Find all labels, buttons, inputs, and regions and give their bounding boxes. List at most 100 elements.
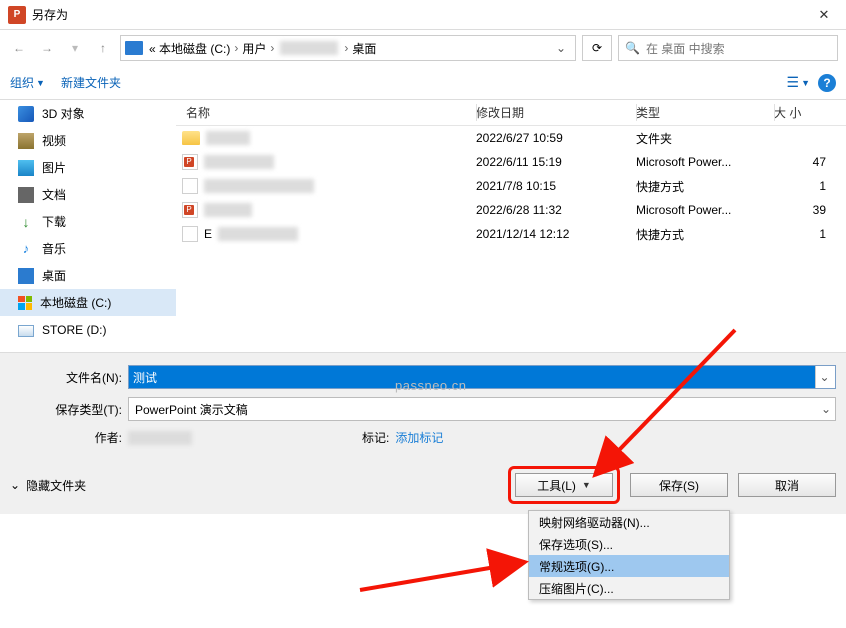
download-icon: ↓	[18, 214, 34, 230]
sidebar-item-music[interactable]: ♪音乐	[0, 235, 176, 262]
filetype-select[interactable]: PowerPoint 演示文稿 ⌄	[128, 397, 836, 421]
tags-label: 标记:	[362, 429, 389, 446]
titlebar: P 另存为 ✕	[0, 0, 846, 30]
tools-menu: 映射网络驱动器(N)...保存选项(S)...常规选项(G)...压缩图片(C)…	[528, 510, 730, 600]
forward-button[interactable]: →	[36, 37, 58, 59]
cube-icon	[18, 106, 34, 122]
address-bar[interactable]: « 本地磁盘 (C:) › 用户 › › 桌面 ⌄	[120, 35, 576, 61]
columns-header[interactable]: 名称 修改日期 类型 大 小	[176, 100, 846, 126]
cell-type: Microsoft Power...	[636, 203, 774, 217]
table-row[interactable]: 2022/6/28 11:32Microsoft Power...39	[176, 198, 846, 222]
cancel-button[interactable]: 取消	[738, 473, 836, 497]
filename-hidden	[204, 155, 274, 169]
sidebar-item-desktop[interactable]: 桌面	[0, 262, 176, 289]
menu-item[interactable]: 压缩图片(C)...	[529, 577, 729, 599]
sidebar-item-downloads[interactable]: ↓下载	[0, 208, 176, 235]
cell-date: 2022/6/11 15:19	[476, 155, 636, 169]
windows-icon	[18, 296, 32, 310]
video-icon	[18, 133, 34, 149]
shortcut-icon	[182, 226, 198, 242]
cell-size: 1	[774, 179, 826, 193]
col-name[interactable]: 名称	[176, 104, 476, 121]
filename-label: 文件名(N):	[10, 369, 128, 386]
app-icon: P	[8, 6, 26, 24]
shortcut-icon	[182, 178, 198, 194]
view-mode-button[interactable]: ☰▼	[787, 74, 810, 91]
col-size[interactable]: 大 小	[774, 104, 826, 121]
col-date[interactable]: 修改日期	[476, 104, 636, 121]
sidebar-item-documents[interactable]: 文档	[0, 181, 176, 208]
cell-size: 47	[774, 155, 826, 169]
close-button[interactable]: ✕	[804, 0, 844, 30]
filename-hidden	[218, 227, 298, 241]
cell-date: 2021/12/14 12:12	[476, 227, 636, 241]
caret-down-icon: ▼	[582, 480, 591, 490]
sidebar-item-drive-d[interactable]: STORE (D:)	[0, 316, 176, 343]
breadcrumb-seg-root[interactable]: « 本地磁盘 (C:)	[149, 40, 230, 57]
sidebar: 3D 对象 视频 图片 文档 ↓下载 ♪音乐 桌面 本地磁盘 (C:) STOR…	[0, 100, 176, 352]
save-fields: 文件名(N): ⌄ 保存类型(T): PowerPoint 演示文稿 ⌄ 作者:…	[0, 352, 846, 456]
table-row[interactable]: E2021/12/14 12:12快捷方式1	[176, 222, 846, 246]
up-button[interactable]: ↑	[92, 37, 114, 59]
author-value-hidden[interactable]	[128, 431, 192, 445]
recent-dropdown[interactable]: ▾	[64, 37, 86, 59]
sidebar-item-pictures[interactable]: 图片	[0, 154, 176, 181]
folder-icon	[182, 131, 200, 145]
breadcrumb-seg-desktop[interactable]: 桌面	[352, 40, 376, 57]
add-tag-link[interactable]: 添加标记	[395, 429, 443, 446]
filename-dropdown[interactable]: ⌄	[815, 366, 833, 388]
menu-item[interactable]: 保存选项(S)...	[529, 533, 729, 555]
breadcrumb-seg-hidden[interactable]	[280, 41, 338, 55]
folder-icon	[125, 41, 143, 55]
filename-text[interactable]	[129, 366, 815, 388]
breadcrumb-seg-users[interactable]: 用户	[242, 40, 266, 57]
sidebar-item-videos[interactable]: 视频	[0, 127, 176, 154]
organize-button[interactable]: 组织▼	[10, 74, 45, 91]
cell-size: 1	[774, 227, 826, 241]
file-list: 名称 修改日期 类型 大 小 2022/6/27 10:59文件夹2022/6/…	[176, 100, 846, 352]
sidebar-item-3d[interactable]: 3D 对象	[0, 100, 176, 127]
drive-icon	[18, 325, 34, 337]
window-title: 另存为	[32, 6, 804, 23]
filetype-label: 保存类型(T):	[10, 401, 128, 418]
menu-item[interactable]: 常规选项(G)...	[529, 555, 729, 577]
main-area: 3D 对象 视频 图片 文档 ↓下载 ♪音乐 桌面 本地磁盘 (C:) STOR…	[0, 100, 846, 352]
table-row[interactable]: 2022/6/27 10:59文件夹	[176, 126, 846, 150]
desktop-icon	[18, 268, 34, 284]
action-bar: ⌄ 隐藏文件夹 工具(L) ▼ 保存(S) 取消	[0, 456, 846, 514]
sidebar-item-drive-c[interactable]: 本地磁盘 (C:)	[0, 289, 176, 316]
tools-button[interactable]: 工具(L) ▼	[515, 473, 613, 497]
ppt-icon	[182, 154, 198, 170]
filename-input[interactable]: ⌄	[128, 365, 836, 389]
music-icon: ♪	[18, 241, 34, 257]
chevron-down-icon: ⌄	[10, 478, 20, 492]
search-icon: 🔍	[625, 41, 640, 55]
back-button[interactable]: ←	[8, 37, 30, 59]
cell-type: 快捷方式	[636, 178, 774, 195]
table-row[interactable]: 2021/7/8 10:15快捷方式1	[176, 174, 846, 198]
search-input[interactable]: 🔍 在 桌面 中搜索	[618, 35, 838, 61]
author-label: 作者:	[10, 429, 128, 446]
hide-folders-toggle[interactable]: ⌄ 隐藏文件夹	[10, 477, 86, 494]
filetype-value: PowerPoint 演示文稿	[129, 401, 248, 418]
cell-type: 快捷方式	[636, 226, 774, 243]
table-row[interactable]: 2022/6/11 15:19Microsoft Power...47	[176, 150, 846, 174]
menu-item[interactable]: 映射网络驱动器(N)...	[529, 511, 729, 533]
chevron-down-icon: ⌄	[821, 402, 831, 416]
address-dropdown[interactable]: ⌄	[551, 41, 571, 55]
breadcrumb[interactable]: « 本地磁盘 (C:) › 用户 › › 桌面	[149, 40, 376, 57]
toolbar: 组织▼ 新建文件夹 ☰▼ ?	[0, 66, 846, 100]
save-button[interactable]: 保存(S)	[630, 473, 728, 497]
nav-row: ← → ▾ ↑ « 本地磁盘 (C:) › 用户 › › 桌面 ⌄ ⟳ 🔍 在 …	[0, 30, 846, 66]
tools-highlight: 工具(L) ▼	[508, 466, 620, 504]
cell-type: 文件夹	[636, 130, 774, 147]
filename-hidden	[206, 131, 250, 145]
filename-hidden	[204, 203, 252, 217]
picture-icon	[18, 160, 34, 176]
help-icon[interactable]: ?	[818, 74, 836, 92]
col-type[interactable]: 类型	[636, 104, 774, 121]
new-folder-button[interactable]: 新建文件夹	[61, 74, 121, 91]
refresh-button[interactable]: ⟳	[582, 35, 612, 61]
search-placeholder: 在 桌面 中搜索	[646, 40, 725, 57]
chevron-right-icon: ›	[234, 41, 238, 55]
